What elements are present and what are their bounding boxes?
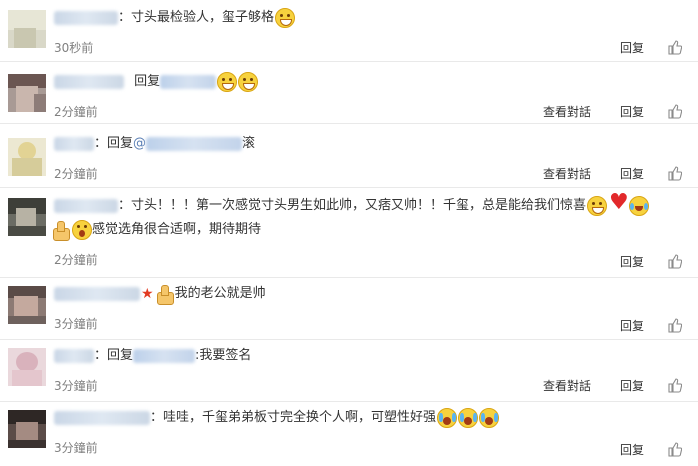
avatar[interactable] — [8, 410, 46, 448]
grin-emoji — [275, 8, 296, 28]
comment-text: ：寸头最检验人，玺子够格 — [118, 10, 275, 25]
thumbs-up-icon[interactable] — [668, 442, 682, 457]
reply-button[interactable]: 回复 — [620, 318, 644, 334]
comment-list: ：寸头最检验人，玺子够格 30秒前 回复 回复 2分鐘前 查看對話 回复 ：回复… — [0, 0, 698, 466]
thumbs-up-icon[interactable] — [668, 40, 682, 55]
comment-text: 我的老公就是帅 — [174, 286, 266, 301]
reply-button[interactable]: 回复 — [620, 442, 644, 458]
comment-time: 3分鐘前 — [54, 441, 98, 455]
comment-time: 3分鐘前 — [54, 317, 98, 331]
reply-prefix: ：回复 — [94, 348, 134, 363]
username-blurred[interactable] — [54, 287, 140, 301]
heart-emoji — [608, 193, 629, 216]
reply-button[interactable]: 回复 — [620, 378, 644, 394]
view-conversation-button[interactable]: 查看對話 — [543, 104, 591, 120]
comment-item: ：哇哇，千玺弟弟板寸完全换个人啊，可塑性好强 3分鐘前 回复 — [0, 402, 698, 466]
star-icon: ★ — [141, 286, 154, 302]
thumbs-up-emoji — [51, 220, 71, 241]
comment-item: 回复 2分鐘前 查看對話 回复 — [0, 62, 698, 124]
thumbs-up-icon[interactable] — [668, 378, 682, 393]
comment-time: 2分鐘前 — [54, 167, 98, 181]
laugh-cry-emoji — [629, 196, 650, 216]
comment-text-line2: 感觉选角很合适啊，期待期待 — [92, 222, 262, 237]
thumbs-up-icon[interactable] — [668, 166, 682, 181]
smile-emoji — [587, 196, 608, 216]
comment-text: ：哇哇，千玺弟弟板寸完全换个人啊，可塑性好强 — [150, 410, 437, 425]
comment-text: 滚 — [242, 136, 256, 151]
grin-emoji — [217, 72, 238, 92]
avatar[interactable] — [8, 138, 46, 176]
view-conversation-button[interactable]: 查看對話 — [543, 166, 591, 182]
mention-at[interactable]: @ — [133, 136, 146, 151]
avatar[interactable] — [8, 286, 46, 324]
mentioned-user-blurred[interactable] — [133, 349, 196, 363]
comment-item: ：寸头最检验人，玺子够格 30秒前 回复 — [0, 0, 698, 62]
reply-button[interactable]: 回复 — [620, 104, 644, 120]
reply-prefix: 回复 — [134, 74, 161, 89]
thumbs-up-icon[interactable] — [668, 254, 682, 269]
reply-prefix: ：回复 — [94, 136, 134, 151]
comment-item: ：寸头！！！第一次感觉寸头男生如此帅，又痞又帅！！千玺，总是能给我们惊喜 感觉选… — [0, 188, 698, 278]
comment-time: 3分鐘前 — [54, 379, 98, 393]
comment-item: ：回复@ 滚 2分鐘前 查看對話 回复 — [0, 124, 698, 188]
thumbs-up-icon[interactable] — [668, 318, 682, 333]
thumbs-up-emoji — [155, 284, 175, 305]
comment-time: 2分鐘前 — [54, 253, 98, 267]
reply-button[interactable]: 回复 — [620, 40, 644, 56]
avatar[interactable] — [8, 348, 46, 386]
comment-text: ：寸头！！！第一次感觉寸头男生如此帅，又痞又帅！！千玺，总是能给我们惊喜 — [118, 198, 587, 213]
avatar[interactable] — [8, 10, 46, 48]
reply-button[interactable]: 回复 — [620, 166, 644, 182]
mentioned-user-blurred[interactable] — [146, 137, 243, 151]
comment-time: 2分鐘前 — [54, 105, 98, 119]
reply-button[interactable]: 回复 — [620, 254, 644, 270]
thumbs-up-icon[interactable] — [668, 104, 682, 119]
grin-emoji — [238, 72, 259, 92]
mentioned-user-blurred[interactable] — [160, 75, 217, 89]
username-blurred[interactable] — [54, 137, 94, 151]
avatar[interactable] — [8, 198, 46, 236]
crying-emoji — [479, 408, 500, 428]
astonished-emoji — [72, 220, 92, 240]
avatar[interactable] — [8, 74, 46, 112]
crying-emoji — [437, 408, 458, 428]
username-blurred[interactable] — [54, 349, 94, 363]
crying-emoji — [458, 408, 479, 428]
comment-item: ：回复 :我要签名 3分鐘前 查看對話 回复 — [0, 340, 698, 402]
username-blurred[interactable] — [54, 199, 118, 213]
view-conversation-button[interactable]: 查看對話 — [543, 378, 591, 394]
comment-text: :我要签名 — [195, 348, 252, 363]
comment-time: 30秒前 — [54, 41, 94, 55]
username-blurred[interactable] — [54, 411, 150, 425]
username-blurred[interactable] — [54, 11, 118, 25]
comment-item: ★ 我的老公就是帅 3分鐘前 回复 — [0, 278, 698, 340]
username-blurred[interactable] — [54, 75, 124, 89]
